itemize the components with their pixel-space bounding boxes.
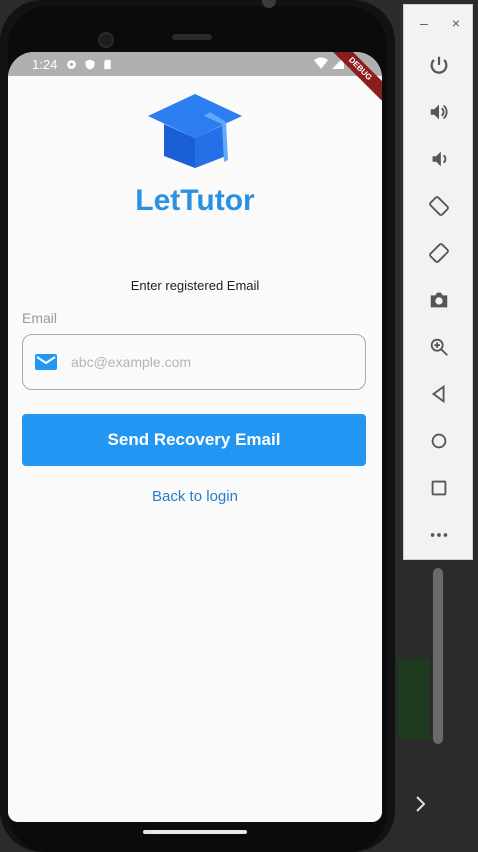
- email-input[interactable]: [69, 353, 365, 371]
- overview-button[interactable]: [404, 464, 474, 511]
- rotate-left-button[interactable]: [404, 182, 474, 229]
- chevron-right-icon[interactable]: [410, 792, 430, 816]
- overview-icon: [431, 480, 447, 495]
- camera-button[interactable]: [404, 276, 474, 323]
- instruction-text: Enter registered Email: [130, 278, 260, 293]
- email-icon: [35, 354, 57, 370]
- power-icon: [430, 56, 448, 74]
- wifi-icon: [314, 56, 328, 69]
- scrollbar[interactable]: [433, 568, 443, 744]
- power-button[interactable]: [404, 41, 474, 88]
- minimize-button[interactable]: –: [420, 15, 428, 31]
- home-icon: [431, 433, 447, 448]
- volume-up-icon: [430, 104, 448, 119]
- camera-icon: [430, 292, 448, 307]
- back-to-login-link[interactable]: Back to login: [8, 488, 382, 505]
- email-label: Email: [22, 310, 58, 326]
- back-button[interactable]: [404, 370, 474, 417]
- send-recovery-email-button[interactable]: Send Recovery Email: [22, 414, 366, 466]
- ide-panel-fragment: [398, 658, 430, 740]
- volume-down-icon: [432, 151, 447, 166]
- back-icon: [431, 384, 445, 403]
- more-button[interactable]: [404, 511, 474, 558]
- app-title: LetTutor: [135, 184, 255, 217]
- settings-icon: [67, 59, 77, 69]
- close-button[interactable]: ×: [452, 15, 460, 31]
- home-indicator[interactable]: [143, 830, 247, 834]
- rotate-right-button[interactable]: [404, 229, 474, 276]
- rotate-left-icon: [429, 195, 449, 216]
- volume-down-button[interactable]: [404, 135, 474, 182]
- graduation-cap-icon: [148, 94, 242, 168]
- email-field[interactable]: [22, 334, 366, 390]
- speaker-grille: [172, 34, 212, 40]
- zoom-button[interactable]: [404, 323, 474, 370]
- status-time: 1:24: [32, 56, 58, 72]
- status-bar: 1:24 DEBUG: [8, 52, 382, 103]
- app-screen: 1:24 DEBUG LetTutor Enter registered Ema…: [8, 52, 382, 822]
- front-camera: [98, 32, 114, 48]
- shield-icon: [85, 59, 95, 69]
- rotate-right-icon: [429, 242, 449, 263]
- home-button[interactable]: [404, 417, 474, 464]
- emulator-toolbar: – ×: [403, 4, 473, 560]
- phone-frame: 1:24 DEBUG LetTutor Enter registered Ema…: [0, 0, 395, 852]
- volume-up-button[interactable]: [404, 88, 474, 135]
- more-icon: [430, 532, 448, 537]
- sd-card-icon: [104, 59, 112, 69]
- zoom-icon: [430, 338, 448, 356]
